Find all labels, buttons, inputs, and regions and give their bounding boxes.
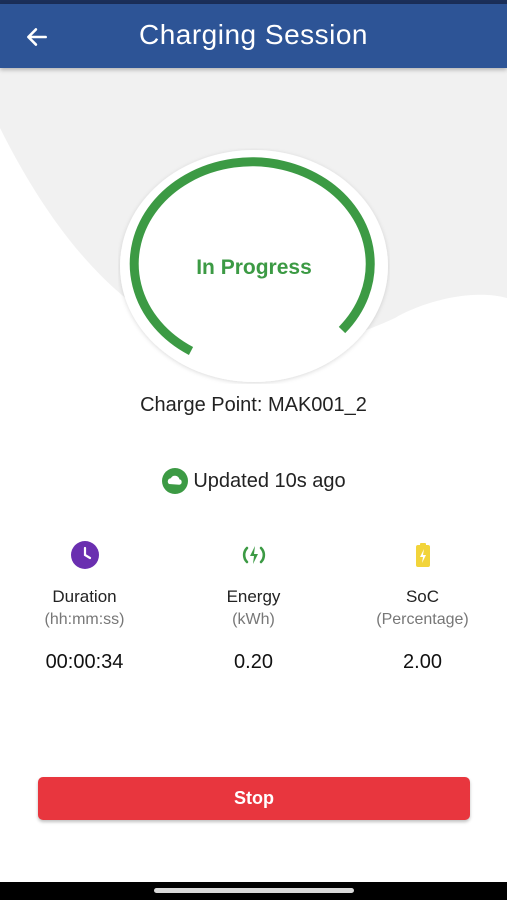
metric-label: Energy [226,587,281,606]
clock-icon [70,541,99,569]
metric-energy: Energy (kWh) 0.20 [169,538,338,674]
metric-value: 2.00 [403,651,442,673]
metric-duration: Duration (hh:mm:ss) 00:00:34 [0,538,169,674]
stop-button[interactable]: Stop [38,777,470,820]
metric-label: SoC [405,587,440,606]
session-status: In Progress [196,256,312,279]
last-updated: Updated 10s ago [0,467,507,495]
energy-icon [242,546,265,564]
page-title: Charging Session [138,19,369,50]
metric-unit: (Percentage) [376,611,469,628]
app-bar: Charging Session [0,4,507,68]
home-indicator[interactable] [154,888,354,893]
metric-soc: SoC (Percentage) 2.00 [338,538,507,674]
metrics-row: Duration (hh:mm:ss) 00:00:34 Energy (kWh… [0,538,507,688]
charge-point-label: Charge Point: MAK001_2 [140,394,367,416]
session-content: In Progress Charge Point: MAK001_2 Updat… [0,68,507,882]
last-updated-text: Updated 10s ago [193,469,346,492]
battery-icon [415,543,430,567]
metric-value: 00:00:34 [45,651,124,673]
metric-label: Duration [52,587,117,606]
navigation-bar [0,882,507,900]
metric-value: 0.20 [234,651,273,673]
metric-unit: (kWh) [232,611,275,628]
cloud-icon [162,468,189,494]
metric-unit: (hh:mm:ss) [44,611,125,628]
